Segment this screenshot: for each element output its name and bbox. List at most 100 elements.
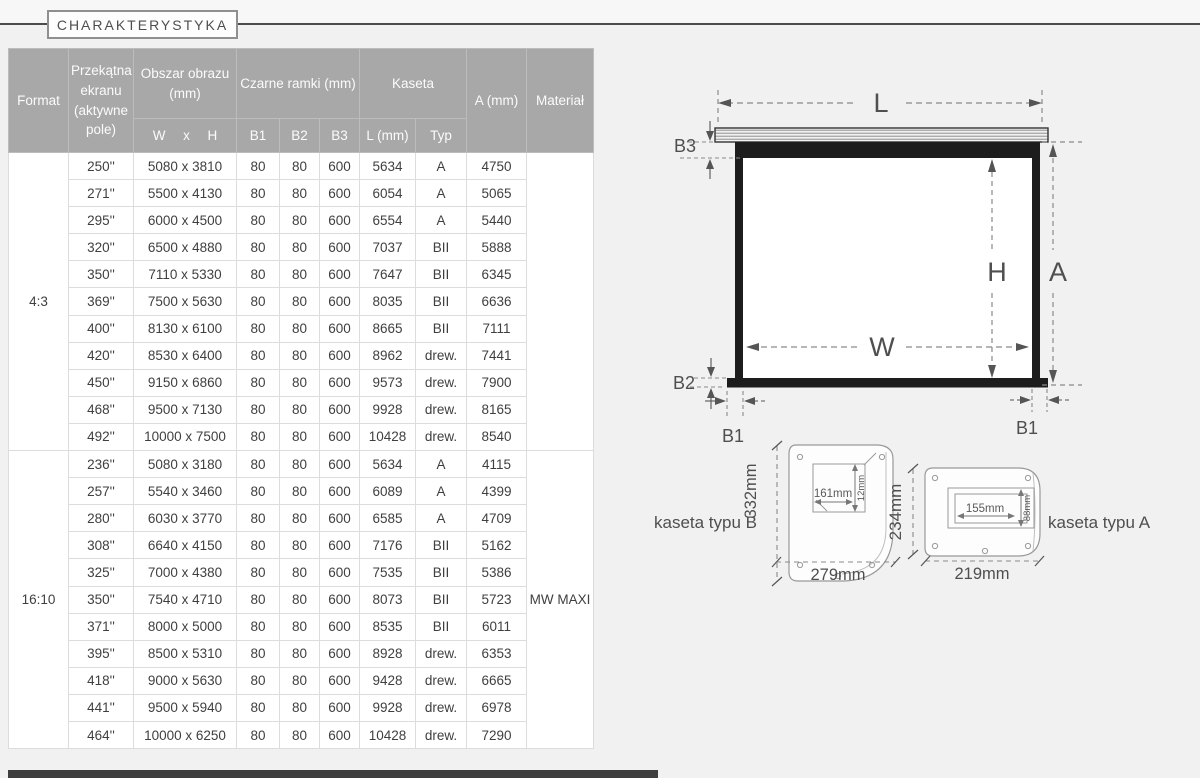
technical-diagram: L H A W B3 <box>600 40 1200 620</box>
cell-typ: BII <box>416 288 467 315</box>
cell-wh: 8000 x 5000 <box>134 613 237 640</box>
cell-typ: drew. <box>416 694 467 721</box>
cell-wh: 7000 x 4380 <box>134 559 237 586</box>
table-row: 418''9000 x 563080806009428drew.6665 <box>9 667 594 694</box>
cell-b1: 80 <box>237 396 280 423</box>
dim-label-b1-right: B1 <box>1016 418 1038 438</box>
cell-b1: 80 <box>237 694 280 721</box>
cell-b3: 600 <box>320 721 360 748</box>
cell-typ: BII <box>416 532 467 559</box>
cell-b3: 600 <box>320 369 360 396</box>
cell-diagonal: 464'' <box>69 721 134 748</box>
arrow-b1-left-in <box>715 397 726 405</box>
cell-b2: 80 <box>280 369 320 396</box>
cell-b3: 600 <box>320 207 360 234</box>
dim-label-b1-left: B1 <box>722 426 744 446</box>
dim-b1-left-lines <box>705 391 765 416</box>
col-subheader-b3: B3 <box>320 119 360 153</box>
cell-b2: 80 <box>280 505 320 532</box>
cell-wh: 6500 x 4880 <box>134 234 237 261</box>
cell-diagonal: 369'' <box>69 288 134 315</box>
cell-wh: 6030 x 3770 <box>134 505 237 532</box>
col-subheader-b2: B2 <box>280 119 320 153</box>
cell-b1: 80 <box>237 451 280 478</box>
cell-diagonal: 395'' <box>69 640 134 667</box>
cell-b3: 600 <box>320 315 360 342</box>
table-row: 420''8530 x 640080806008962drew.7441 <box>9 342 594 369</box>
cell-b2: 80 <box>280 261 320 288</box>
subheader-w: W <box>153 126 166 146</box>
cassette-a-height-label: 234mm <box>886 484 905 541</box>
arrow-b3-up <box>706 159 714 169</box>
arrow-b1-right-out <box>1048 396 1059 404</box>
cell-typ: drew. <box>416 396 467 423</box>
cell-wh: 8130 x 6100 <box>134 315 237 342</box>
cell-wh: 6000 x 4500 <box>134 207 237 234</box>
cell-l: 9928 <box>360 694 416 721</box>
subheader-h: H <box>207 126 217 146</box>
cell-b3: 600 <box>320 234 360 261</box>
cell-a: 8540 <box>467 423 527 450</box>
cell-diagonal: 441'' <box>69 694 134 721</box>
col-header-material: Materiał <box>527 49 594 153</box>
arrow-b2-down <box>707 367 715 377</box>
cell-b2: 80 <box>280 640 320 667</box>
cell-l: 7037 <box>360 234 416 261</box>
cassette-b-inner-width-label: 161mm <box>814 488 852 500</box>
cell-diagonal: 492'' <box>69 423 134 450</box>
table-row: 350''7110 x 533080806007647BII6345 <box>9 261 594 288</box>
dim-label-w: W <box>869 332 895 362</box>
cell-b1: 80 <box>237 478 280 505</box>
tick-b-right <box>891 557 900 567</box>
cell-typ: A <box>416 505 467 532</box>
table-row: 16:10236''5080 x 318080806005634A4115MW … <box>9 451 594 478</box>
table-row: 395''8500 x 531080806008928drew.6353 <box>9 640 594 667</box>
cell-wh: 7110 x 5330 <box>134 261 237 288</box>
cell-a: 7111 <box>467 315 527 342</box>
col-header-black-borders: Czarne ramki (mm) <box>237 49 360 119</box>
cell-b1: 80 <box>237 342 280 369</box>
cell-a: 7900 <box>467 369 527 396</box>
cell-a: 8165 <box>467 396 527 423</box>
cell-b1: 80 <box>237 667 280 694</box>
cell-a: 7290 <box>467 721 527 748</box>
cell-b2: 80 <box>280 423 320 450</box>
bottom-slat <box>727 378 1048 388</box>
cell-l: 8035 <box>360 288 416 315</box>
cell-diagonal: 325'' <box>69 559 134 586</box>
cell-b1: 80 <box>237 153 280 180</box>
col-subheader-typ: Typ <box>416 119 467 153</box>
cell-wh: 6640 x 4150 <box>134 532 237 559</box>
spec-table: Format Przekątna ekranu (aktywne pole) O… <box>8 48 594 749</box>
cell-typ: BII <box>416 559 467 586</box>
dim-label-l: L <box>873 88 888 118</box>
cell-diagonal: 450'' <box>69 369 134 396</box>
cell-l: 9428 <box>360 667 416 694</box>
subheader-x: x <box>183 126 190 146</box>
cell-typ: drew. <box>416 423 467 450</box>
cassette-b-drawing: 161mm 12mm 332mm 279mm kaseta typu B <box>654 441 900 586</box>
cell-diagonal: 400'' <box>69 315 134 342</box>
cell-b3: 600 <box>320 694 360 721</box>
cassette-a-width-label: 219mm <box>954 565 1009 583</box>
cell-b1: 80 <box>237 423 280 450</box>
col-header-format: Format <box>9 49 69 153</box>
cell-b3: 600 <box>320 423 360 450</box>
cell-b2: 80 <box>280 586 320 613</box>
arrow-b3-down <box>706 131 714 141</box>
cell-l: 8928 <box>360 640 416 667</box>
cell-wh: 9000 x 5630 <box>134 667 237 694</box>
cell-wh: 5500 x 4130 <box>134 180 237 207</box>
cell-diagonal: 350'' <box>69 261 134 288</box>
cell-wh: 9500 x 5940 <box>134 694 237 721</box>
cell-typ: A <box>416 478 467 505</box>
cell-diagonal: 250'' <box>69 153 134 180</box>
table-row: 369''7500 x 563080806008035BII6636 <box>9 288 594 315</box>
cell-b2: 80 <box>280 153 320 180</box>
table-row: 325''7000 x 438080806007535BII5386 <box>9 559 594 586</box>
cell-wh: 5080 x 3180 <box>134 451 237 478</box>
tick-b-bottom <box>772 577 782 586</box>
cell-a: 5386 <box>467 559 527 586</box>
cell-wh: 5540 x 3460 <box>134 478 237 505</box>
table-row: 308''6640 x 415080806007176BII5162 <box>9 532 594 559</box>
